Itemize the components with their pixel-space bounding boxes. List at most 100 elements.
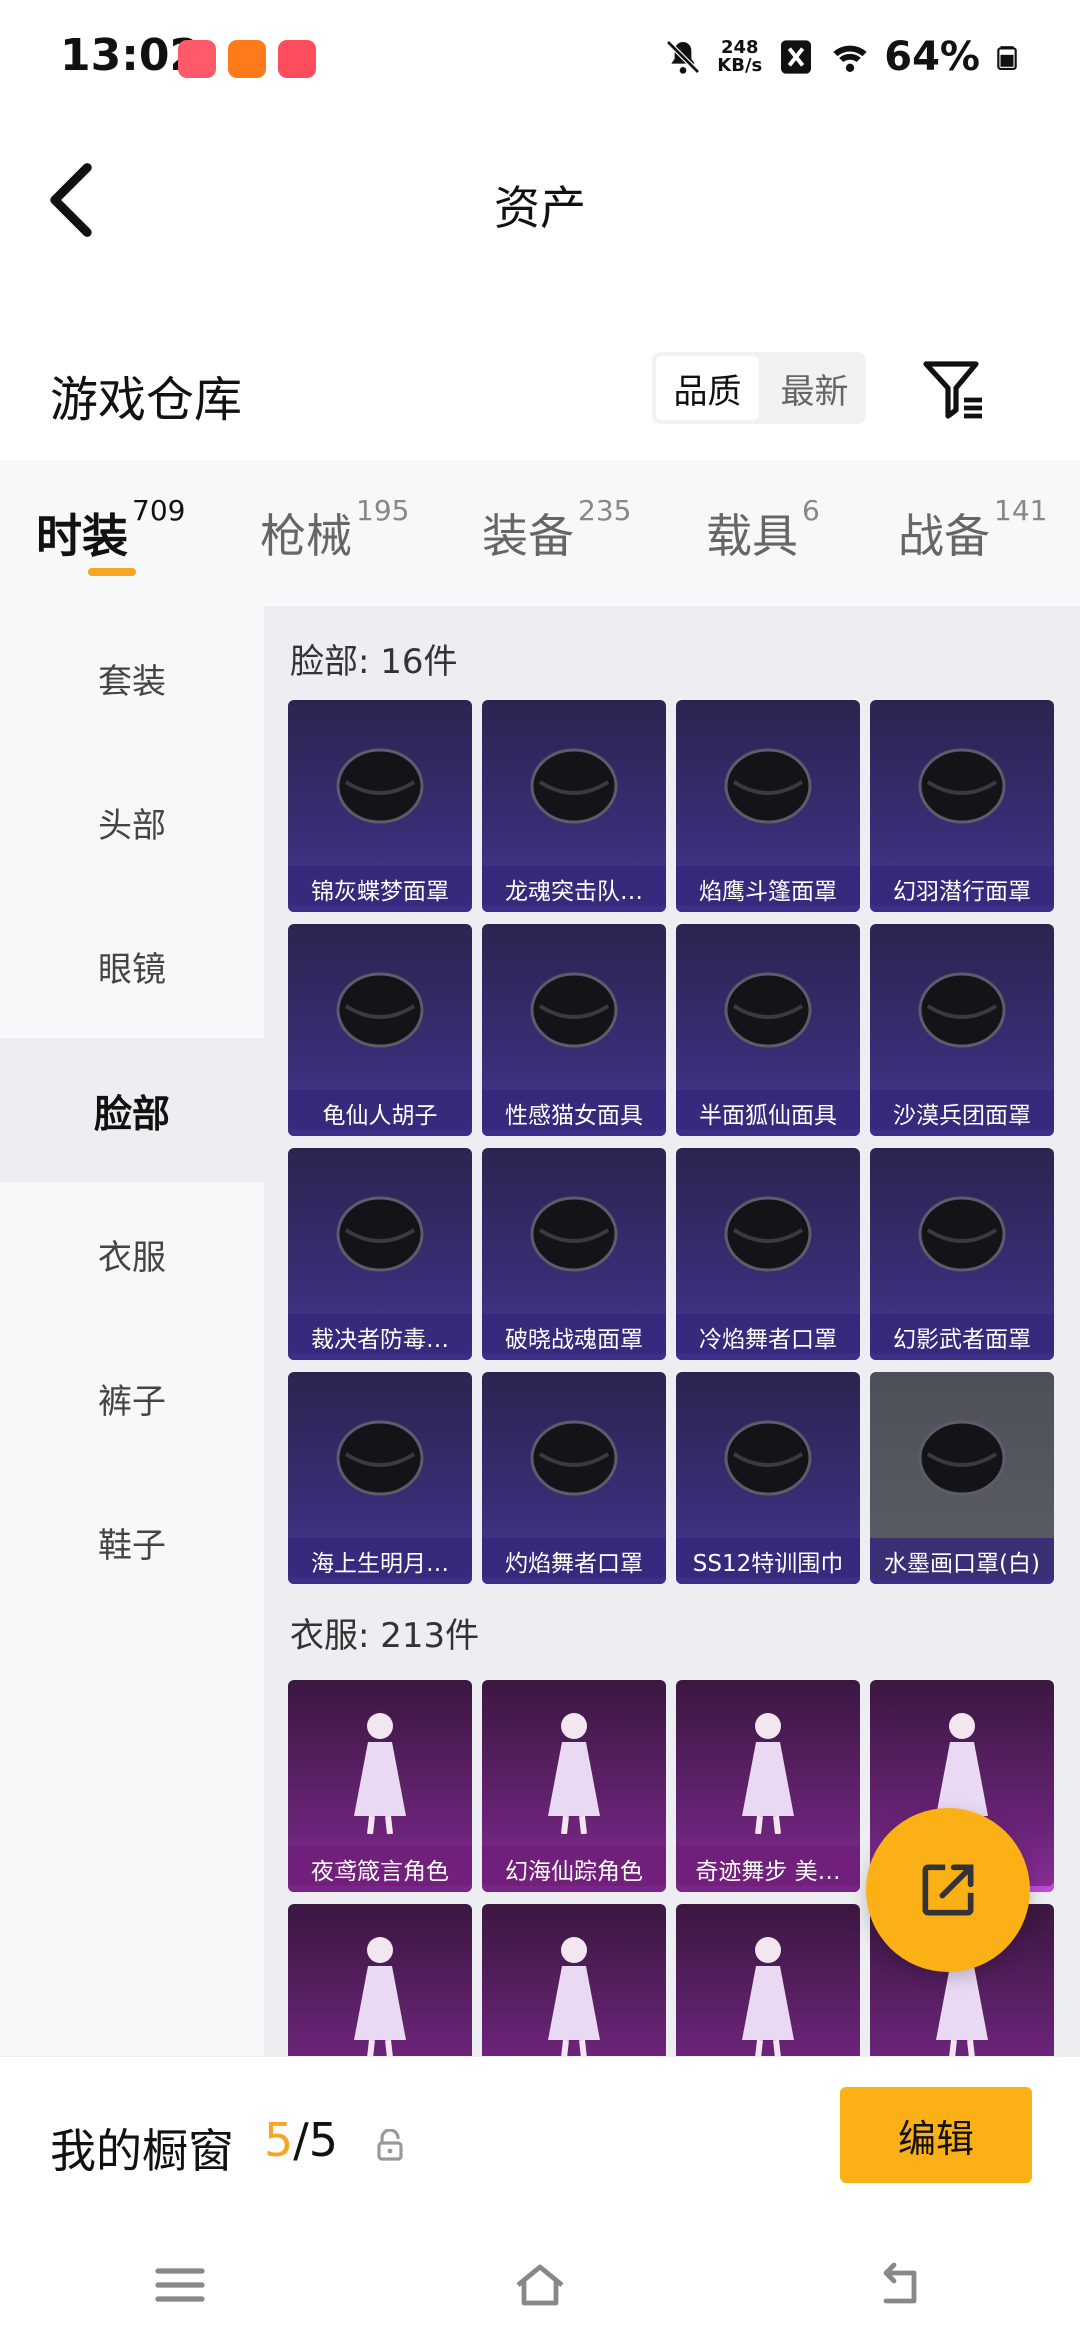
item-card[interactable]: 幻海仙踪角色 [482, 1680, 666, 1892]
item-name: 龙魂突击队… [482, 866, 666, 912]
mask-thumbnail [328, 1172, 432, 1302]
item-name: 锦灰蝶梦面罩 [288, 866, 472, 912]
bell-off-icon [666, 40, 701, 74]
category-title-face: 脸部: 16件 [290, 642, 458, 682]
item-card[interactable]: 裁决者防毒… [288, 1148, 472, 1360]
edit-button[interactable]: 编辑 [840, 2087, 1032, 2183]
mask-thumbnail [716, 724, 820, 854]
showcase-total: 5 [308, 2113, 339, 2167]
tab-guns[interactable]: 枪械 195 [260, 494, 409, 566]
tab-equipment[interactable]: 装备 235 [482, 494, 631, 566]
battery-icon [997, 46, 1017, 70]
item-name: 半面狐仙面具 [676, 1090, 860, 1136]
showcase-panel: 我的橱窗 5/5 编辑 [0, 2056, 1080, 2227]
sidebar-item-head[interactable]: 头部 [0, 750, 264, 894]
home-icon[interactable] [510, 2260, 570, 2310]
item-card[interactable]: 幻羽潜行面罩 [870, 700, 1054, 912]
item-card[interactable]: 夜鸢箴言角色 [288, 1680, 472, 1892]
mask-thumbnail [522, 948, 626, 1078]
item-card[interactable] [676, 1904, 860, 2056]
share-fab[interactable] [866, 1808, 1030, 1972]
tab-count: 195 [356, 494, 410, 527]
mask-thumbnail [328, 1396, 432, 1526]
item-card[interactable]: 半面狐仙面具 [676, 924, 860, 1136]
app-kuaishou-icon [228, 40, 266, 78]
net-speed-unit: KB/s [717, 55, 763, 76]
item-card[interactable] [482, 1904, 666, 2056]
item-card[interactable]: 龙魂突击队… [482, 700, 666, 912]
status-app-icons [178, 40, 316, 78]
item-card[interactable]: 水墨画口罩(白) [870, 1372, 1054, 1584]
item-card[interactable]: SS12特训围巾 [676, 1372, 860, 1584]
sort-option-latest[interactable]: 最新 [763, 352, 866, 424]
mask-thumbnail [522, 724, 626, 854]
item-card[interactable]: 幻影武者面罩 [870, 1148, 1054, 1360]
item-name: 水墨画口罩(白) [870, 1538, 1054, 1584]
status-right: 248 KB/s 64% [663, 34, 1020, 80]
mask-thumbnail [716, 1172, 820, 1302]
sort-option-quality[interactable]: 品质 [656, 356, 759, 420]
app-huawei-icon [278, 40, 316, 78]
item-card[interactable]: 破晓战魂面罩 [482, 1148, 666, 1360]
item-card[interactable] [288, 1904, 472, 2056]
mask-thumbnail [910, 724, 1014, 854]
outfit-thumbnail [328, 1704, 432, 1835]
menu-icon[interactable] [150, 2260, 210, 2310]
sidebar-item-clothes[interactable]: 衣服 [0, 1182, 264, 1326]
item-name: 灼焰舞者口罩 [482, 1538, 666, 1584]
tab-count: 235 [578, 494, 632, 527]
tab-label: 枪械 [260, 509, 352, 563]
outfit-thumbnail [328, 1928, 432, 2056]
mask-thumbnail [328, 948, 432, 1078]
mask-thumbnail [716, 948, 820, 1078]
item-name: 裁决者防毒… [288, 1314, 472, 1360]
app-header: 资产 [0, 120, 1080, 280]
item-name: 幻羽潜行面罩 [870, 866, 1054, 912]
sidebar-item-outfit[interactable]: 套装 [0, 606, 264, 750]
tab-label: 时装 [36, 509, 128, 563]
page-title: 资产 [494, 181, 586, 235]
filter-icon[interactable] [920, 356, 988, 424]
item-card[interactable]: 奇迹舞步 美… [676, 1680, 860, 1892]
net-speed: 248 KB/s [717, 39, 762, 75]
x-box-icon [781, 40, 812, 74]
tab-supplies[interactable]: 战备 141 [898, 494, 1047, 566]
item-card[interactable]: 焰鹰斗篷面罩 [676, 700, 860, 912]
sidebar-item-face[interactable]: 脸部 [0, 1038, 264, 1182]
item-name: 性感猫女面具 [482, 1090, 666, 1136]
category-title-clothes: 衣服: 213件 [290, 1616, 480, 1656]
item-card[interactable]: 锦灰蝶梦面罩 [288, 700, 472, 912]
sidebar-item-pants[interactable]: 裤子 [0, 1326, 264, 1470]
tab-fashion[interactable]: 时装 709 [36, 494, 185, 566]
item-name: 奇迹舞步 美… [676, 1846, 860, 1892]
item-card[interactable]: 性感猫女面具 [482, 924, 666, 1136]
item-name: SS12特训围巾 [676, 1538, 860, 1584]
tab-count: 141 [994, 494, 1048, 527]
item-card[interactable]: 沙漠兵团面罩 [870, 924, 1054, 1136]
lock-icon [377, 2129, 403, 2161]
tab-vehicles[interactable]: 载具 6 [706, 494, 820, 566]
item-name: 冷焰舞者口罩 [676, 1314, 860, 1360]
item-name: 海上生明月… [288, 1538, 472, 1584]
system-nav-bar [0, 2226, 1080, 2344]
item-name: 沙漠兵团面罩 [870, 1090, 1054, 1136]
item-card[interactable]: 海上生明月… [288, 1372, 472, 1584]
item-card[interactable]: 龟仙人胡子 [288, 924, 472, 1136]
outfit-thumbnail [716, 1928, 820, 2056]
mask-thumbnail [522, 1172, 626, 1302]
sidebar-item-glasses[interactable]: 眼镜 [0, 894, 264, 1038]
tab-label: 战备 [898, 509, 990, 563]
tab-label: 载具 [706, 509, 798, 563]
item-card[interactable]: 灼焰舞者口罩 [482, 1372, 666, 1584]
category-tabs: 时装 709 枪械 195 装备 235 载具 6 战备 141 [0, 460, 1080, 606]
item-name: 幻影武者面罩 [870, 1314, 1054, 1360]
sub-category-sidebar: 套装 头部 眼镜 脸部 衣服 裤子 鞋子 [0, 606, 264, 2056]
sidebar-item-shoes[interactable]: 鞋子 [0, 1470, 264, 1614]
warehouse-title: 游戏仓库 [50, 372, 243, 428]
tab-indicator [88, 568, 136, 576]
back-icon[interactable] [870, 2260, 930, 2310]
mask-thumbnail [716, 1396, 820, 1526]
item-card[interactable]: 冷焰舞者口罩 [676, 1148, 860, 1360]
warehouse-header: 游戏仓库 品质 最新 [0, 330, 1080, 450]
showcase-current: 5 [264, 2113, 294, 2167]
